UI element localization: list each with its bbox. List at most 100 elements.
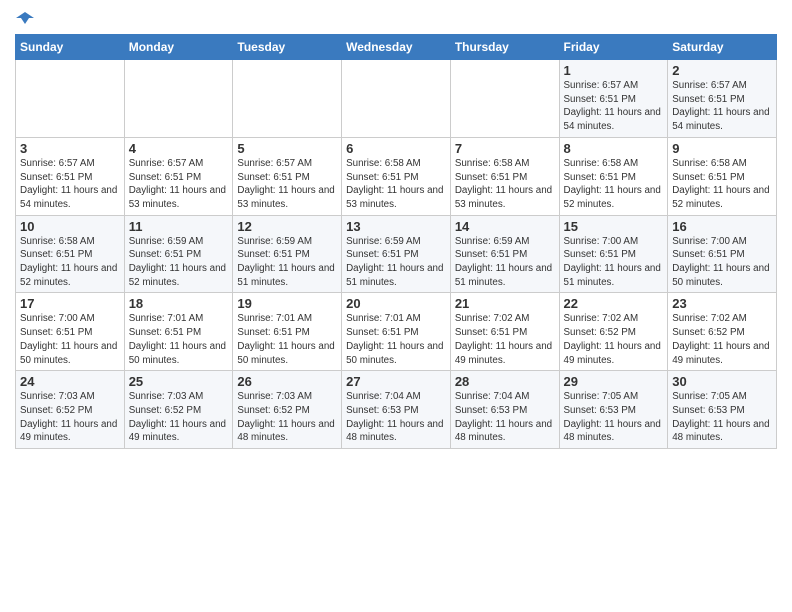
calendar-cell: 12Sunrise: 6:59 AMSunset: 6:51 PMDayligh… (233, 215, 342, 293)
day-info: Sunrise: 7:02 AMSunset: 6:52 PMDaylight:… (672, 312, 772, 367)
day-number: 22 (564, 296, 664, 311)
day-number: 5 (237, 141, 337, 156)
calendar-cell (16, 60, 125, 138)
weekday-header-monday: Monday (124, 35, 233, 60)
day-number: 11 (129, 219, 229, 234)
day-info: Sunrise: 6:59 AMSunset: 6:51 PMDaylight:… (237, 235, 337, 290)
day-info: Sunrise: 6:58 AMSunset: 6:51 PMDaylight:… (672, 157, 772, 212)
weekday-header-tuesday: Tuesday (233, 35, 342, 60)
calendar-cell: 20Sunrise: 7:01 AMSunset: 6:51 PMDayligh… (342, 293, 451, 371)
calendar-week-row: 10Sunrise: 6:58 AMSunset: 6:51 PMDayligh… (16, 215, 777, 293)
day-info: Sunrise: 7:05 AMSunset: 6:53 PMDaylight:… (564, 390, 664, 445)
calendar-cell: 8Sunrise: 6:58 AMSunset: 6:51 PMDaylight… (559, 137, 668, 215)
day-info: Sunrise: 7:02 AMSunset: 6:51 PMDaylight:… (455, 312, 555, 367)
calendar-cell: 17Sunrise: 7:00 AMSunset: 6:51 PMDayligh… (16, 293, 125, 371)
weekday-header-friday: Friday (559, 35, 668, 60)
day-info: Sunrise: 6:59 AMSunset: 6:51 PMDaylight:… (455, 235, 555, 290)
calendar-cell: 28Sunrise: 7:04 AMSunset: 6:53 PMDayligh… (450, 371, 559, 449)
day-info: Sunrise: 6:57 AMSunset: 6:51 PMDaylight:… (129, 157, 229, 212)
day-number: 12 (237, 219, 337, 234)
calendar-cell: 3Sunrise: 6:57 AMSunset: 6:51 PMDaylight… (16, 137, 125, 215)
calendar-cell: 13Sunrise: 6:59 AMSunset: 6:51 PMDayligh… (342, 215, 451, 293)
calendar-cell: 29Sunrise: 7:05 AMSunset: 6:53 PMDayligh… (559, 371, 668, 449)
calendar-cell: 15Sunrise: 7:00 AMSunset: 6:51 PMDayligh… (559, 215, 668, 293)
calendar-cell: 2Sunrise: 6:57 AMSunset: 6:51 PMDaylight… (668, 60, 777, 138)
day-info: Sunrise: 7:01 AMSunset: 6:51 PMDaylight:… (346, 312, 446, 367)
weekday-header-sunday: Sunday (16, 35, 125, 60)
calendar-cell: 18Sunrise: 7:01 AMSunset: 6:51 PMDayligh… (124, 293, 233, 371)
day-info: Sunrise: 6:57 AMSunset: 6:51 PMDaylight:… (564, 79, 664, 134)
calendar-cell: 5Sunrise: 6:57 AMSunset: 6:51 PMDaylight… (233, 137, 342, 215)
day-number: 19 (237, 296, 337, 311)
calendar-week-row: 24Sunrise: 7:03 AMSunset: 6:52 PMDayligh… (16, 371, 777, 449)
calendar-cell: 25Sunrise: 7:03 AMSunset: 6:52 PMDayligh… (124, 371, 233, 449)
day-number: 29 (564, 374, 664, 389)
calendar-cell: 30Sunrise: 7:05 AMSunset: 6:53 PMDayligh… (668, 371, 777, 449)
day-info: Sunrise: 6:58 AMSunset: 6:51 PMDaylight:… (564, 157, 664, 212)
day-number: 15 (564, 219, 664, 234)
day-number: 6 (346, 141, 446, 156)
day-number: 16 (672, 219, 772, 234)
calendar-cell: 21Sunrise: 7:02 AMSunset: 6:51 PMDayligh… (450, 293, 559, 371)
weekday-header-row: SundayMondayTuesdayWednesdayThursdayFrid… (16, 35, 777, 60)
calendar-cell: 6Sunrise: 6:58 AMSunset: 6:51 PMDaylight… (342, 137, 451, 215)
day-info: Sunrise: 7:01 AMSunset: 6:51 PMDaylight:… (129, 312, 229, 367)
calendar-cell: 19Sunrise: 7:01 AMSunset: 6:51 PMDayligh… (233, 293, 342, 371)
calendar-cell: 11Sunrise: 6:59 AMSunset: 6:51 PMDayligh… (124, 215, 233, 293)
calendar-cell: 4Sunrise: 6:57 AMSunset: 6:51 PMDaylight… (124, 137, 233, 215)
calendar-cell: 26Sunrise: 7:03 AMSunset: 6:52 PMDayligh… (233, 371, 342, 449)
weekday-header-saturday: Saturday (668, 35, 777, 60)
day-info: Sunrise: 6:57 AMSunset: 6:51 PMDaylight:… (237, 157, 337, 212)
day-number: 27 (346, 374, 446, 389)
day-info: Sunrise: 7:01 AMSunset: 6:51 PMDaylight:… (237, 312, 337, 367)
calendar-cell: 23Sunrise: 7:02 AMSunset: 6:52 PMDayligh… (668, 293, 777, 371)
day-number: 24 (20, 374, 120, 389)
day-number: 8 (564, 141, 664, 156)
calendar-cell: 1Sunrise: 6:57 AMSunset: 6:51 PMDaylight… (559, 60, 668, 138)
day-info: Sunrise: 7:00 AMSunset: 6:51 PMDaylight:… (672, 235, 772, 290)
day-number: 26 (237, 374, 337, 389)
day-info: Sunrise: 6:57 AMSunset: 6:51 PMDaylight:… (20, 157, 120, 212)
day-number: 17 (20, 296, 120, 311)
calendar-cell: 22Sunrise: 7:02 AMSunset: 6:52 PMDayligh… (559, 293, 668, 371)
day-number: 10 (20, 219, 120, 234)
weekday-header-wednesday: Wednesday (342, 35, 451, 60)
day-number: 14 (455, 219, 555, 234)
day-number: 9 (672, 141, 772, 156)
day-info: Sunrise: 7:05 AMSunset: 6:53 PMDaylight:… (672, 390, 772, 445)
day-info: Sunrise: 7:04 AMSunset: 6:53 PMDaylight:… (455, 390, 555, 445)
title-area (34, 10, 777, 12)
calendar-cell: 14Sunrise: 6:59 AMSunset: 6:51 PMDayligh… (450, 215, 559, 293)
day-number: 2 (672, 63, 772, 78)
day-number: 3 (20, 141, 120, 156)
day-info: Sunrise: 6:58 AMSunset: 6:51 PMDaylight:… (455, 157, 555, 212)
calendar-cell: 7Sunrise: 6:58 AMSunset: 6:51 PMDaylight… (450, 137, 559, 215)
day-number: 21 (455, 296, 555, 311)
calendar-cell (342, 60, 451, 138)
header (15, 10, 777, 28)
day-number: 25 (129, 374, 229, 389)
calendar-cell: 9Sunrise: 6:58 AMSunset: 6:51 PMDaylight… (668, 137, 777, 215)
day-info: Sunrise: 6:58 AMSunset: 6:51 PMDaylight:… (20, 235, 120, 290)
calendar-cell (450, 60, 559, 138)
calendar-cell: 10Sunrise: 6:58 AMSunset: 6:51 PMDayligh… (16, 215, 125, 293)
calendar-week-row: 1Sunrise: 6:57 AMSunset: 6:51 PMDaylight… (16, 60, 777, 138)
day-number: 28 (455, 374, 555, 389)
day-info: Sunrise: 7:00 AMSunset: 6:51 PMDaylight:… (20, 312, 120, 367)
calendar-cell (233, 60, 342, 138)
day-number: 1 (564, 63, 664, 78)
logo-bird-icon (16, 10, 34, 28)
calendar-week-row: 3Sunrise: 6:57 AMSunset: 6:51 PMDaylight… (16, 137, 777, 215)
day-info: Sunrise: 6:57 AMSunset: 6:51 PMDaylight:… (672, 79, 772, 134)
day-number: 18 (129, 296, 229, 311)
day-number: 20 (346, 296, 446, 311)
day-number: 4 (129, 141, 229, 156)
calendar-table: SundayMondayTuesdayWednesdayThursdayFrid… (15, 34, 777, 449)
day-number: 30 (672, 374, 772, 389)
day-info: Sunrise: 6:59 AMSunset: 6:51 PMDaylight:… (129, 235, 229, 290)
day-number: 7 (455, 141, 555, 156)
calendar-cell: 27Sunrise: 7:04 AMSunset: 6:53 PMDayligh… (342, 371, 451, 449)
calendar-cell (124, 60, 233, 138)
day-info: Sunrise: 6:59 AMSunset: 6:51 PMDaylight:… (346, 235, 446, 290)
weekday-header-thursday: Thursday (450, 35, 559, 60)
